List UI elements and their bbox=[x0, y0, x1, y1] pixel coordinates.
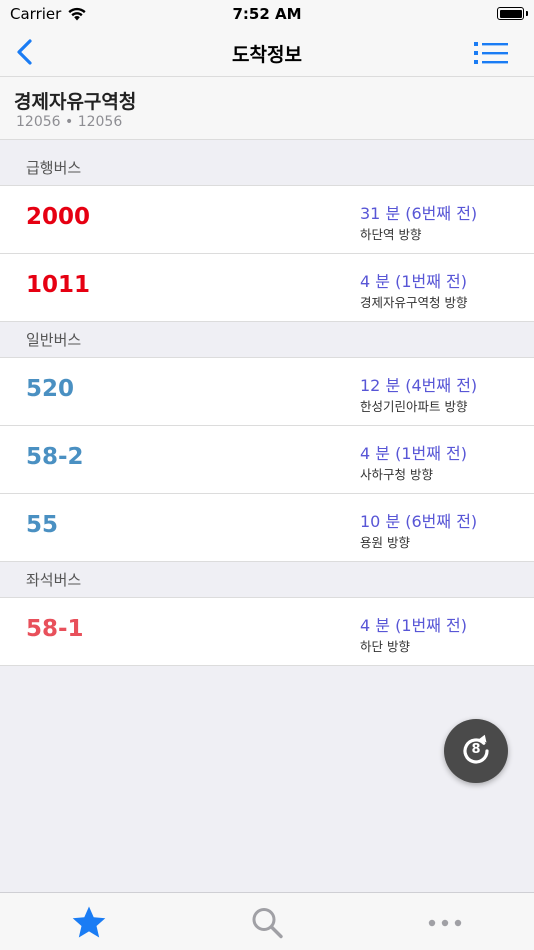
route-direction: 하단역 방향 bbox=[360, 227, 422, 242]
route-row[interactable]: 1011 4 분 (1번째 전) 경제자유구역청 방향 bbox=[0, 254, 534, 322]
battery-cap bbox=[526, 11, 528, 16]
route-row[interactable]: 520 12 분 (4번째 전) 한성기린아파트 방향 bbox=[0, 358, 534, 426]
navigation-bar: 도착정보 bbox=[0, 28, 534, 76]
stop-header: 경제자유구역청 12056 • 12056 bbox=[0, 76, 534, 140]
tab-search[interactable] bbox=[247, 903, 287, 943]
search-icon bbox=[252, 908, 283, 939]
arrival-list: 급행버스 2000 31 분 (6번째 전) 하단역 방향 1011 4 분 (… bbox=[0, 150, 534, 666]
tab-bar bbox=[0, 892, 534, 950]
tab-more[interactable] bbox=[425, 903, 465, 943]
route-direction: 하단 방향 bbox=[360, 639, 410, 654]
more-icon bbox=[428, 919, 462, 927]
route-number: 55 bbox=[26, 512, 59, 538]
stop-code: 12056 • 12056 bbox=[16, 114, 123, 130]
section-header: 좌석버스 bbox=[0, 562, 534, 598]
route-row[interactable]: 55 10 분 (6번째 전) 용원 방향 bbox=[0, 494, 534, 562]
refresh-button[interactable]: 8 bbox=[444, 719, 508, 783]
list-menu-button[interactable] bbox=[474, 41, 508, 65]
route-row[interactable]: 58-2 4 분 (1번째 전) 사하구청 방향 bbox=[0, 426, 534, 494]
route-number: 58-1 bbox=[26, 616, 84, 642]
refresh-countdown: 8 bbox=[471, 742, 481, 757]
section-header: 일반버스 bbox=[0, 322, 534, 358]
status-bar: Carrier 7:52 AM bbox=[0, 0, 534, 28]
clock: 7:52 AM bbox=[232, 5, 302, 23]
route-row[interactable]: 58-1 4 분 (1번째 전) 하단 방향 bbox=[0, 598, 534, 666]
arrival-time: 10 분 (6번째 전) bbox=[360, 512, 478, 531]
tab-favorites[interactable] bbox=[69, 903, 109, 943]
star-icon bbox=[72, 906, 106, 938]
route-row[interactable]: 2000 31 분 (6번째 전) 하단역 방향 bbox=[0, 186, 534, 254]
battery-icon bbox=[497, 7, 524, 20]
arrival-time: 31 분 (6번째 전) bbox=[360, 204, 478, 223]
route-direction: 경제자유구역청 방향 bbox=[360, 295, 468, 310]
route-number: 58-2 bbox=[26, 444, 84, 470]
arrival-time: 12 분 (4번째 전) bbox=[360, 376, 478, 395]
stop-name: 경제자유구역청 bbox=[14, 91, 137, 113]
route-number: 2000 bbox=[26, 204, 91, 230]
page-title: 도착정보 bbox=[232, 44, 302, 66]
route-number: 520 bbox=[26, 376, 75, 402]
screen: Carrier 7:52 AM 도착정보 경제자유구역청 12056 • 120… bbox=[0, 0, 534, 950]
arrival-time: 4 분 (1번째 전) bbox=[360, 616, 467, 635]
route-direction: 사하구청 방향 bbox=[360, 467, 433, 482]
arrival-time: 4 분 (1번째 전) bbox=[360, 272, 467, 291]
route-number: 1011 bbox=[26, 272, 91, 298]
route-direction: 한성기린아파트 방향 bbox=[360, 399, 468, 414]
route-direction: 용원 방향 bbox=[360, 535, 410, 550]
section-header: 급행버스 bbox=[0, 150, 534, 186]
arrival-time: 4 분 (1번째 전) bbox=[360, 444, 467, 463]
